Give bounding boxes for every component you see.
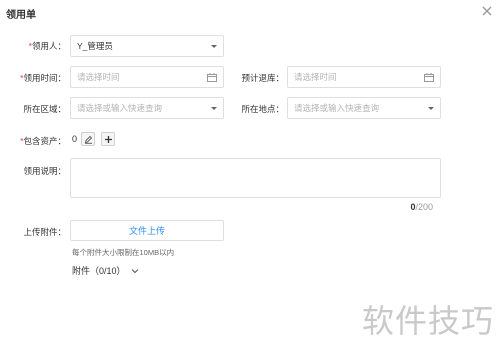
recipient-label: *领用人： [28,41,66,51]
attachment-label: 上传附件： [23,227,66,237]
calendar-icon [207,72,217,82]
dialog-title: 领用单 [6,10,36,21]
return-date-label: 预计退库： [241,73,284,83]
use-time-label: *领用时间： [20,73,66,83]
add-asset-button[interactable] [101,132,115,146]
description-textarea[interactable] [70,158,441,198]
use-time-picker[interactable]: 请选择时间 [70,66,224,88]
chevron-down-icon [211,106,217,110]
area-label: 所在区域： [23,104,66,114]
chevron-down-icon [131,268,138,273]
plus-icon [104,135,112,143]
area-placeholder: 请选择或输入快速查询 [77,103,163,113]
assets-label: *包含资产： [20,136,66,146]
watermark: 软件技巧 [361,302,494,340]
recipient-value: Y_管理员 [77,41,113,51]
attachment-list-toggle[interactable]: 附件（0/10） [72,264,139,277]
asset-count: 0 [72,134,78,144]
chevron-down-icon [428,106,434,110]
chevron-down-icon [211,44,217,48]
return-date-picker[interactable]: 请选择时间 [287,66,441,88]
location-select[interactable]: 请选择或输入快速查询 [287,97,441,119]
location-label: 所在地点： [241,104,284,114]
area-select[interactable]: 请选择或输入快速查询 [70,97,224,119]
description-label: 领用说明： [23,166,66,176]
recipient-select[interactable]: Y_管理员 [70,35,224,57]
attachment-toggle-label: 附件（0/10） [72,266,126,276]
file-upload-button[interactable]: 文件上传 [70,220,224,241]
calendar-icon [424,72,434,82]
return-date-placeholder: 请选择时间 [294,72,337,82]
edit-assets-button[interactable] [81,132,95,146]
close-icon[interactable] [480,4,494,18]
upload-size-hint: 每个附件大小限制在10MB以内 [72,248,175,257]
pencil-icon [84,135,92,144]
use-time-placeholder: 请选择时间 [77,72,120,82]
char-counter: 0/200 [410,202,433,212]
location-placeholder: 请选择或输入快速查询 [294,103,380,113]
